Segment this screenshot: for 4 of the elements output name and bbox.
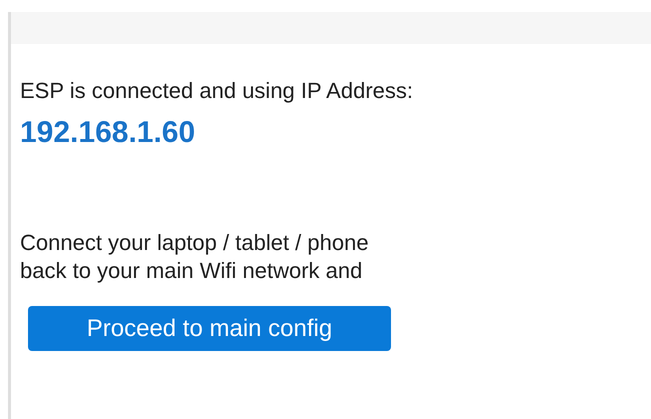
status-text: ESP is connected and using IP Address: <box>20 77 414 105</box>
instruction-text: Connect your laptop / tablet / phone back to your main Wifi network and <box>20 229 370 285</box>
proceed-button[interactable]: Proceed to main config <box>28 306 391 351</box>
ip-address: 192.168.1.60 <box>20 115 196 151</box>
